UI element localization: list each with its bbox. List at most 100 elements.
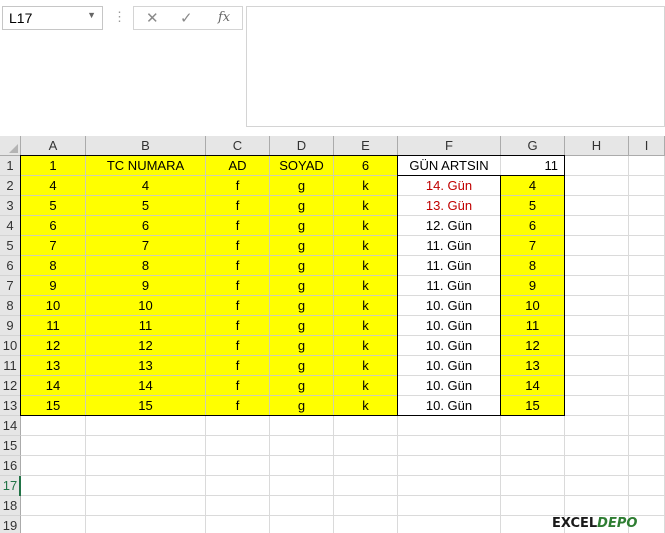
cell-f15[interactable] bbox=[398, 436, 501, 456]
cell-g12[interactable]: 14 bbox=[501, 376, 565, 396]
cell-a17[interactable] bbox=[21, 476, 86, 496]
cell-b1[interactable]: TC NUMARA bbox=[86, 156, 206, 176]
column-header-a[interactable]: A bbox=[21, 136, 86, 156]
cell-h2[interactable] bbox=[565, 176, 629, 196]
cell-h4[interactable] bbox=[565, 216, 629, 236]
column-header-f[interactable]: F bbox=[398, 136, 501, 156]
cell-d17[interactable] bbox=[270, 476, 334, 496]
cell-f13[interactable]: 10. Gün bbox=[398, 396, 501, 416]
cell-e10[interactable]: k bbox=[334, 336, 398, 356]
cell-a18[interactable] bbox=[21, 496, 86, 516]
cell-e6[interactable]: k bbox=[334, 256, 398, 276]
cell-b10[interactable]: 12 bbox=[86, 336, 206, 356]
row-header-7[interactable]: 7 bbox=[0, 276, 21, 296]
cell-b14[interactable] bbox=[86, 416, 206, 436]
cell-f16[interactable] bbox=[398, 456, 501, 476]
x-icon[interactable]: ✕ bbox=[146, 9, 159, 27]
row-header-18[interactable]: 18 bbox=[0, 496, 21, 516]
cell-b2[interactable]: 4 bbox=[86, 176, 206, 196]
cell-i17[interactable] bbox=[629, 476, 665, 496]
cell-b19[interactable] bbox=[86, 516, 206, 533]
cell-c17[interactable] bbox=[206, 476, 270, 496]
cell-i4[interactable] bbox=[629, 216, 665, 236]
cell-h14[interactable] bbox=[565, 416, 629, 436]
cell-h17[interactable] bbox=[565, 476, 629, 496]
cell-d10[interactable]: g bbox=[270, 336, 334, 356]
cell-a11[interactable]: 13 bbox=[21, 356, 86, 376]
cell-i3[interactable] bbox=[629, 196, 665, 216]
cell-f8[interactable]: 10. Gün bbox=[398, 296, 501, 316]
cell-c15[interactable] bbox=[206, 436, 270, 456]
select-all-button[interactable] bbox=[0, 136, 21, 156]
cell-h5[interactable] bbox=[565, 236, 629, 256]
check-icon[interactable]: ✓ bbox=[180, 9, 193, 27]
cell-c7[interactable]: f bbox=[206, 276, 270, 296]
cell-i9[interactable] bbox=[629, 316, 665, 336]
cell-h13[interactable] bbox=[565, 396, 629, 416]
name-box[interactable]: L17 ▼ bbox=[2, 6, 103, 30]
cell-g7[interactable]: 9 bbox=[501, 276, 565, 296]
cell-g13[interactable]: 15 bbox=[501, 396, 565, 416]
cell-g6[interactable]: 8 bbox=[501, 256, 565, 276]
cell-f6[interactable]: 11. Gün bbox=[398, 256, 501, 276]
cell-d1[interactable]: SOYAD bbox=[270, 156, 334, 176]
cell-a4[interactable]: 6 bbox=[21, 216, 86, 236]
cell-e15[interactable] bbox=[334, 436, 398, 456]
cell-h15[interactable] bbox=[565, 436, 629, 456]
cell-c19[interactable] bbox=[206, 516, 270, 533]
cell-h18[interactable] bbox=[565, 496, 629, 516]
cell-c9[interactable]: f bbox=[206, 316, 270, 336]
cell-i5[interactable] bbox=[629, 236, 665, 256]
row-header-10[interactable]: 10 bbox=[0, 336, 21, 356]
cell-d11[interactable]: g bbox=[270, 356, 334, 376]
cell-h9[interactable] bbox=[565, 316, 629, 336]
cell-d12[interactable]: g bbox=[270, 376, 334, 396]
cell-c3[interactable]: f bbox=[206, 196, 270, 216]
cell-f5[interactable]: 11. Gün bbox=[398, 236, 501, 256]
column-header-h[interactable]: H bbox=[565, 136, 629, 156]
cell-b6[interactable]: 8 bbox=[86, 256, 206, 276]
row-header-4[interactable]: 4 bbox=[0, 216, 21, 236]
cell-e2[interactable]: k bbox=[334, 176, 398, 196]
row-header-8[interactable]: 8 bbox=[0, 296, 21, 316]
column-header-g[interactable]: G bbox=[501, 136, 565, 156]
cell-d2[interactable]: g bbox=[270, 176, 334, 196]
cell-d18[interactable] bbox=[270, 496, 334, 516]
cell-g1[interactable]: 11 bbox=[501, 156, 565, 176]
cell-i14[interactable] bbox=[629, 416, 665, 436]
cell-a14[interactable] bbox=[21, 416, 86, 436]
cell-d14[interactable] bbox=[270, 416, 334, 436]
row-header-14[interactable]: 14 bbox=[0, 416, 21, 436]
cell-g11[interactable]: 13 bbox=[501, 356, 565, 376]
cell-a13[interactable]: 15 bbox=[21, 396, 86, 416]
cell-i18[interactable] bbox=[629, 496, 665, 516]
column-header-i[interactable]: I bbox=[629, 136, 665, 156]
cell-f11[interactable]: 10. Gün bbox=[398, 356, 501, 376]
row-header-3[interactable]: 3 bbox=[0, 196, 21, 216]
cell-h11[interactable] bbox=[565, 356, 629, 376]
cell-e13[interactable]: k bbox=[334, 396, 398, 416]
cell-e3[interactable]: k bbox=[334, 196, 398, 216]
cell-d16[interactable] bbox=[270, 456, 334, 476]
cell-e11[interactable]: k bbox=[334, 356, 398, 376]
cell-e9[interactable]: k bbox=[334, 316, 398, 336]
cell-b7[interactable]: 9 bbox=[86, 276, 206, 296]
cell-f12[interactable]: 10. Gün bbox=[398, 376, 501, 396]
cell-d8[interactable]: g bbox=[270, 296, 334, 316]
cell-e14[interactable] bbox=[334, 416, 398, 436]
cell-b11[interactable]: 13 bbox=[86, 356, 206, 376]
cell-f9[interactable]: 10. Gün bbox=[398, 316, 501, 336]
cell-g3[interactable]: 5 bbox=[501, 196, 565, 216]
cell-i8[interactable] bbox=[629, 296, 665, 316]
cell-e12[interactable]: k bbox=[334, 376, 398, 396]
cell-i16[interactable] bbox=[629, 456, 665, 476]
cell-c4[interactable]: f bbox=[206, 216, 270, 236]
cell-g4[interactable]: 6 bbox=[501, 216, 565, 236]
cell-f2[interactable]: 14. Gün bbox=[398, 176, 501, 196]
row-header-5[interactable]: 5 bbox=[0, 236, 21, 256]
cell-e19[interactable] bbox=[334, 516, 398, 533]
row-header-15[interactable]: 15 bbox=[0, 436, 21, 456]
cell-a7[interactable]: 9 bbox=[21, 276, 86, 296]
cell-b9[interactable]: 11 bbox=[86, 316, 206, 336]
cell-e7[interactable]: k bbox=[334, 276, 398, 296]
